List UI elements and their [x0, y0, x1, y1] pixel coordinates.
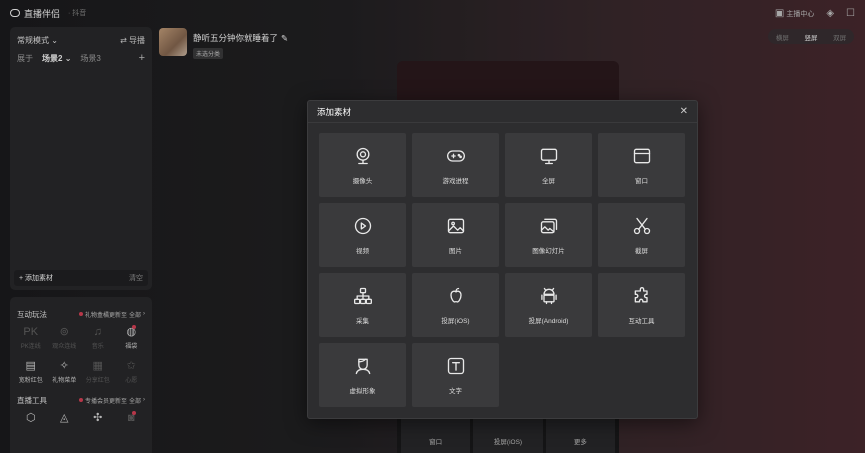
material-item-gamepad[interactable]: 游戏进程 [412, 133, 499, 197]
material-item-label: 视频 [356, 247, 369, 255]
material-item-window[interactable]: 窗口 [598, 133, 685, 197]
image-icon [446, 216, 466, 238]
material-item-capture-tree[interactable]: 采集 [319, 273, 406, 337]
android-icon [539, 286, 559, 308]
material-item-image[interactable]: 图片 [412, 203, 499, 267]
apple-icon [446, 286, 466, 308]
avatar-icon [353, 356, 373, 378]
material-item-puzzle[interactable]: 互动工具 [598, 273, 685, 337]
material-item-avatar[interactable]: 虚拟形象 [319, 343, 406, 407]
video-play-icon [353, 216, 373, 238]
material-item-monitor[interactable]: 全屏 [505, 133, 592, 197]
material-item-label: 图片 [449, 247, 462, 255]
material-item-label: 投屏(Android) [528, 317, 569, 325]
material-item-label: 采集 [356, 317, 369, 325]
capture-tree-icon [353, 286, 373, 308]
material-item-label: 摄像头 [352, 177, 373, 185]
material-item-label: 截屏 [635, 247, 648, 255]
gamepad-icon [446, 146, 466, 168]
material-item-label: 投屏(iOS) [441, 317, 470, 325]
material-item-camera[interactable]: 摄像头 [319, 133, 406, 197]
text-icon [446, 356, 466, 378]
material-item-label: 图像幻灯片 [532, 247, 565, 255]
material-item-apple[interactable]: 投屏(iOS) [412, 273, 499, 337]
camera-icon [353, 146, 373, 168]
material-item-slideshow[interactable]: 图像幻灯片 [505, 203, 592, 267]
material-item-text[interactable]: 文字 [412, 343, 499, 407]
window-icon [632, 146, 652, 168]
slideshow-icon [539, 216, 559, 238]
scissors-icon [632, 216, 652, 238]
close-icon[interactable]: ✕ [680, 106, 688, 117]
material-item-label: 文字 [449, 387, 462, 395]
dialog-title: 添加素材 [317, 106, 352, 117]
add-material-dialog: 添加素材 ✕ 摄像头 游戏进程 全屏 窗口视频 图片 图像幻灯片 截屏采集 投屏(iOS) 投屏… [307, 100, 698, 419]
material-item-label: 窗口 [635, 177, 648, 185]
material-item-label: 虚拟形象 [349, 387, 376, 395]
material-item-video-play[interactable]: 视频 [319, 203, 406, 267]
material-item-label: 互动工具 [628, 317, 655, 325]
puzzle-icon [632, 286, 652, 308]
material-item-scissors[interactable]: 截屏 [598, 203, 685, 267]
material-grid: 摄像头 游戏进程 全屏 窗口视频 图片 图像幻灯片 截屏采集 投屏(iOS) 投屏(Androi… [319, 133, 685, 407]
material-item-android[interactable]: 投屏(Android) [505, 273, 592, 337]
material-item-label: 游戏进程 [442, 177, 469, 185]
monitor-icon [539, 146, 559, 168]
material-item-label: 全屏 [542, 177, 555, 185]
